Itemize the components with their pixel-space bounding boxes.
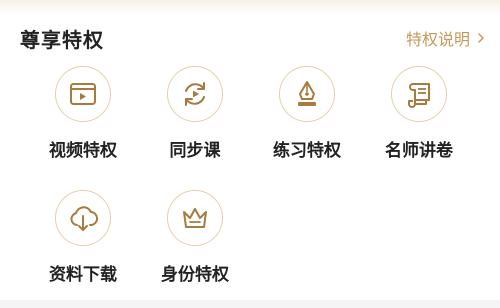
- icon-circle: [279, 66, 335, 122]
- icon-circle: [55, 190, 111, 246]
- privilege-item-practice[interactable]: 练习特权: [252, 66, 362, 161]
- icon-circle: [391, 66, 447, 122]
- privilege-label: 同步课: [169, 141, 221, 161]
- section-title: 尊享特权: [20, 28, 104, 52]
- crown-icon: [183, 208, 207, 228]
- cloud-download-icon: [70, 206, 98, 231]
- privilege-label: 练习特权: [273, 141, 341, 161]
- privilege-info-label: 特权说明: [405, 30, 470, 49]
- privilege-item-video[interactable]: 视频特权: [28, 66, 138, 161]
- privilege-label: 资料下载: [49, 265, 117, 285]
- icon-circle: [167, 190, 223, 246]
- privilege-label: 身份特权: [161, 265, 229, 285]
- privilege-item-identity[interactable]: 身份特权: [140, 190, 250, 285]
- privilege-item-sync-course[interactable]: 同步课: [140, 66, 250, 161]
- privilege-label: 名师讲卷: [385, 141, 453, 161]
- privilege-item-teacher-papers[interactable]: 名师讲卷: [364, 66, 474, 161]
- video-icon: [70, 83, 96, 105]
- privilege-item-download[interactable]: 资料下载: [28, 190, 138, 285]
- chevron-right-icon: [478, 33, 484, 43]
- scroll-icon: [408, 83, 430, 108]
- sync-play-icon: [185, 82, 205, 106]
- icon-circle: [55, 66, 111, 122]
- privileges-card: 尊享特权 特权说明 视频特权 同步课 练习特权 名师讲卷 资料下载 身份特权: [0, 0, 500, 308]
- icon-circle: [167, 66, 223, 122]
- privilege-info-link[interactable]: 特权说明: [406, 26, 486, 50]
- privilege-label: 视频特权: [49, 141, 117, 161]
- bottom-divider: [0, 300, 500, 308]
- pen-nib-icon: [298, 81, 316, 106]
